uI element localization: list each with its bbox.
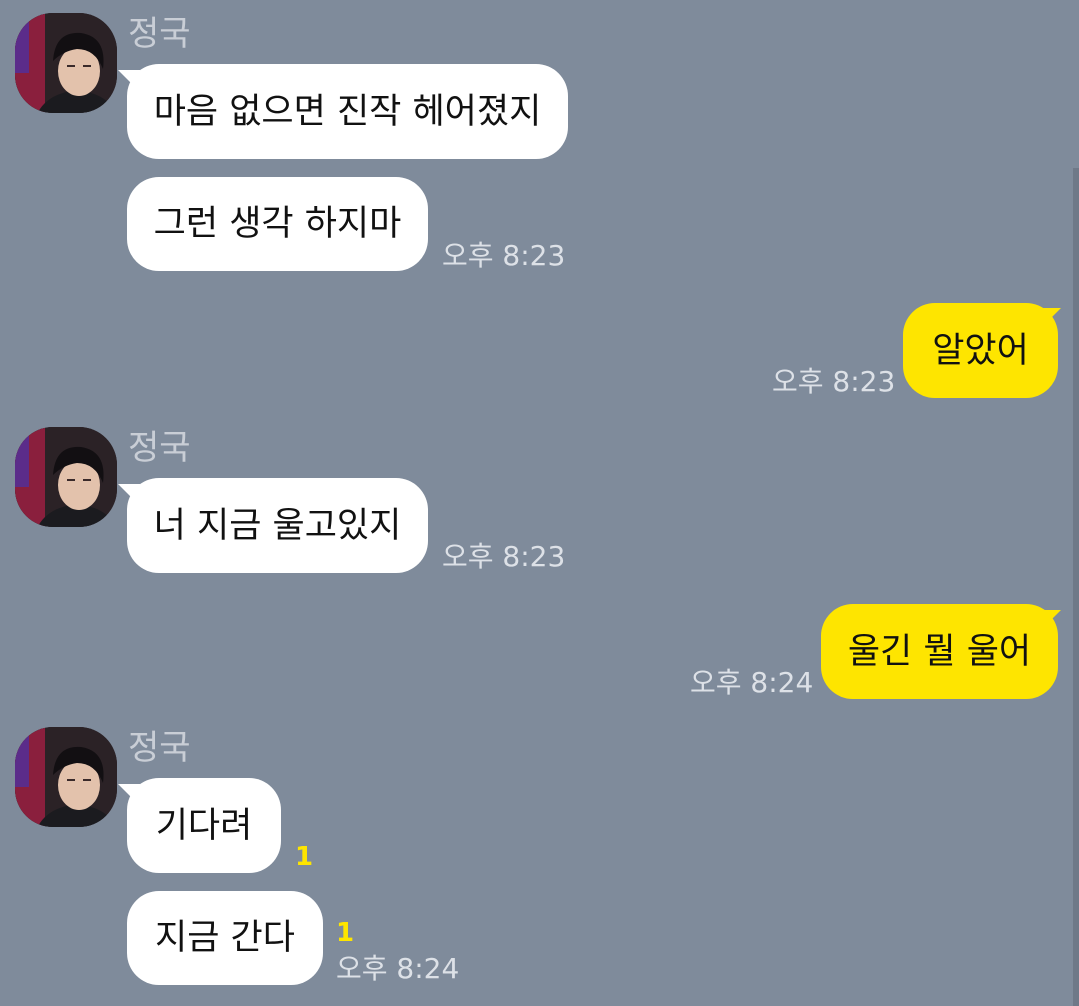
message-text: 그런 생각 하지마	[153, 204, 402, 244]
message-bubble[interactable]: 울긴 뭘 울어	[821, 604, 1058, 699]
message-bubble[interactable]: 알았어	[903, 303, 1058, 398]
message-timestamp: 오후 8:24	[690, 666, 814, 699]
message-timestamp: 오후 8:23	[442, 239, 566, 272]
message-text: 너 지금 울고있지	[153, 505, 402, 546]
message-timestamp: 오후 8:23	[772, 365, 896, 398]
chat-room: 정국 마음 없으면 진작 헤어졌지 그런 생각 하지마 오후 8:23 알았어 …	[0, 0, 1079, 1006]
message-bubble[interactable]: 너 지금 울고있지	[127, 478, 428, 573]
avatar[interactable]	[15, 727, 117, 827]
profile-photo-icon	[15, 427, 117, 527]
sender-name: 정국	[128, 428, 191, 468]
profile-photo-icon	[15, 13, 117, 113]
profile-photo-icon	[15, 727, 117, 827]
message-text: 마음 없으면 진작 헤어졌지	[153, 91, 542, 132]
message-text: 알았어	[932, 330, 1029, 371]
message-bubble[interactable]: 마음 없으면 진작 헤어졌지	[127, 64, 568, 159]
unread-count: 1	[336, 918, 355, 948]
scrollbar[interactable]	[1073, 168, 1079, 1006]
sender-name: 정국	[128, 14, 191, 54]
message-bubble[interactable]: 지금 간다	[127, 891, 323, 985]
message-bubble[interactable]: 기다려	[127, 778, 281, 873]
sender-name: 정국	[128, 728, 191, 768]
message-text: 지금 간다	[155, 918, 295, 958]
unread-count: 1	[295, 842, 314, 872]
avatar[interactable]	[15, 427, 117, 527]
message-bubble[interactable]: 그런 생각 하지마	[127, 177, 428, 271]
message-text: 기다려	[155, 805, 253, 846]
avatar[interactable]	[15, 13, 117, 113]
message-timestamp: 오후 8:24	[336, 952, 460, 985]
message-text: 울긴 뭘 울어	[847, 631, 1032, 672]
message-timestamp: 오후 8:23	[442, 540, 566, 573]
